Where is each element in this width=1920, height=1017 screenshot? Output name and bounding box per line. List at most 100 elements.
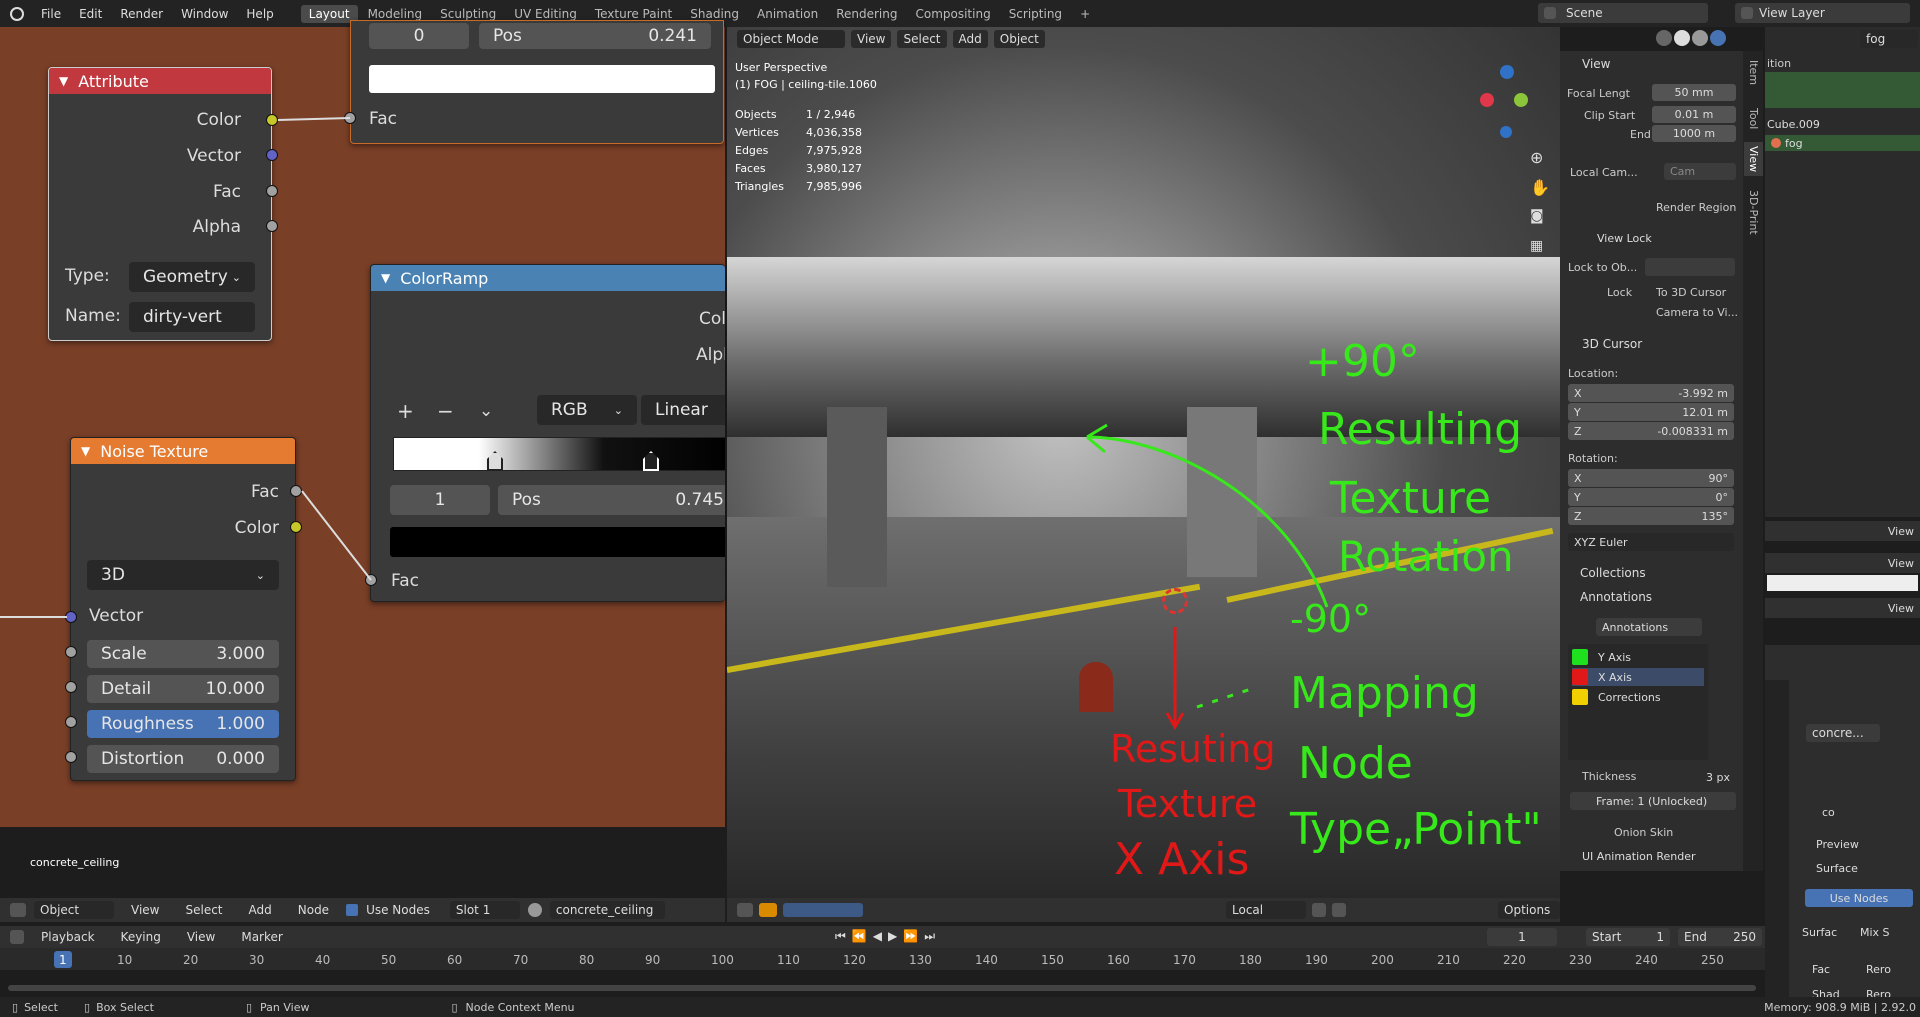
surface-panel-header[interactable]: Surface bbox=[1816, 862, 1858, 875]
menu-help[interactable]: Help bbox=[237, 7, 282, 21]
timeline-menu-keying[interactable]: Keying bbox=[112, 930, 170, 944]
transform-orientation-dropdown[interactable]: Local bbox=[1226, 901, 1306, 919]
wireframe-shading-icon[interactable] bbox=[1656, 30, 1672, 46]
timeline-menu-marker[interactable]: Marker bbox=[232, 930, 291, 944]
preview-panel-header[interactable]: Preview bbox=[1816, 838, 1859, 851]
layer-color-swatch[interactable] bbox=[1572, 649, 1588, 665]
use-nodes-button[interactable]: Use Nodes bbox=[1805, 889, 1913, 907]
menu-render[interactable]: Render bbox=[111, 7, 172, 21]
annotate-tool-icon[interactable] bbox=[737, 903, 753, 917]
timeline-ruler[interactable] bbox=[0, 948, 1765, 970]
clip-end-field[interactable]: 1000 m bbox=[1652, 125, 1736, 142]
material-sphere-icon[interactable] bbox=[527, 903, 542, 917]
scene-selector[interactable]: Scene bbox=[1538, 3, 1708, 23]
clip-start-field[interactable]: 0.01 m bbox=[1652, 106, 1736, 123]
play-reverse-icon[interactable]: ◀ bbox=[873, 929, 882, 944]
end-frame-field[interactable]: End 250 bbox=[1678, 928, 1762, 946]
lock-to-3d-cursor-checkbox[interactable]: To 3D Cursor bbox=[1656, 286, 1726, 299]
use-nodes-checkbox[interactable] bbox=[346, 904, 359, 916]
prev-keyframe-icon[interactable]: ⏪ bbox=[852, 929, 867, 944]
frame-field[interactable]: Frame: 1 (Unlocked) bbox=[1570, 792, 1736, 810]
onion-skin-checkbox[interactable]: Onion Skin bbox=[1614, 826, 1673, 839]
cursor-rotation-z[interactable]: Z 135° bbox=[1568, 507, 1734, 525]
solid-shading-icon[interactable] bbox=[1674, 30, 1690, 46]
jump-end-icon[interactable]: ⏭ bbox=[924, 929, 935, 944]
object-type-dropdown[interactable]: Object bbox=[34, 901, 114, 919]
3d-cursor-header[interactable]: 3D Cursor bbox=[1582, 337, 1642, 351]
options-dropdown[interactable]: Options bbox=[1498, 901, 1560, 919]
fac-value[interactable]: Rero bbox=[1866, 963, 1891, 976]
snap-icon[interactable] bbox=[1312, 903, 1326, 917]
blender-logo-icon[interactable] bbox=[10, 6, 24, 21]
cursor-rotation-y[interactable]: Y 0° bbox=[1568, 488, 1734, 506]
layer-color-swatch[interactable] bbox=[1572, 669, 1588, 685]
node-menu-add[interactable]: Add bbox=[240, 903, 281, 917]
rotation-mode-dropdown[interactable]: XYZ Euler bbox=[1568, 533, 1734, 551]
node-menu-node[interactable]: Node bbox=[289, 903, 338, 917]
cursor-location-z[interactable]: Z -0.008331 m bbox=[1568, 422, 1734, 440]
material-slot-field[interactable]: concre... bbox=[1806, 724, 1880, 742]
play-tool-icon[interactable] bbox=[759, 903, 777, 917]
cursor-location-y[interactable]: Y 12.01 m bbox=[1568, 403, 1734, 421]
start-frame-field[interactable]: Start 1 bbox=[1586, 928, 1670, 946]
cursor-location-x[interactable]: X -3.992 m bbox=[1568, 384, 1734, 402]
tab-scripting[interactable]: Scripting bbox=[1001, 5, 1070, 23]
select-mode-icons[interactable] bbox=[783, 903, 863, 917]
tab-tool[interactable]: Tool bbox=[1747, 108, 1760, 129]
menu-edit[interactable]: Edit bbox=[70, 7, 111, 21]
view-section-header[interactable]: View bbox=[1582, 57, 1610, 71]
jump-start-icon[interactable]: ⏮ bbox=[835, 929, 846, 944]
menu-file[interactable]: File bbox=[32, 7, 70, 21]
annotations-datablock-field[interactable]: Annotations bbox=[1596, 618, 1702, 636]
tab-item[interactable]: Item bbox=[1747, 60, 1760, 85]
tab-3d-print[interactable]: 3D-Print bbox=[1747, 190, 1760, 235]
view-lock-header[interactable]: View Lock bbox=[1597, 232, 1652, 245]
tab-view[interactable]: View bbox=[1744, 142, 1763, 177]
cursor-rotation-x[interactable]: X 90° bbox=[1568, 469, 1734, 487]
outliner-item-cube[interactable]: Cube.009 bbox=[1767, 118, 1820, 131]
ui-animation-render-header[interactable]: UI Animation Render bbox=[1582, 850, 1696, 863]
viewport-bottom-header: Local Options bbox=[727, 898, 1560, 922]
tab-rendering[interactable]: Rendering bbox=[828, 5, 905, 23]
outliner-search[interactable]: fog bbox=[1860, 30, 1918, 48]
lock-camera-to-view-checkbox[interactable]: Camera to Vi... bbox=[1656, 306, 1738, 319]
focal-length-field[interactable]: 50 mm bbox=[1652, 84, 1736, 101]
proportional-edit-icon[interactable] bbox=[1332, 903, 1346, 917]
timeline-menu-playback[interactable]: Playback bbox=[32, 930, 104, 944]
collections-header[interactable]: Collections bbox=[1580, 566, 1646, 580]
local-camera-field[interactable]: Cam bbox=[1664, 163, 1736, 180]
node-menu-select[interactable]: Select bbox=[176, 903, 231, 917]
render-region-checkbox[interactable]: Render Region bbox=[1656, 201, 1736, 214]
outliner-item-fog[interactable]: fog bbox=[1765, 135, 1920, 151]
timeline-editor-icon[interactable] bbox=[10, 930, 24, 944]
view-layer-selector[interactable]: View Layer bbox=[1735, 3, 1910, 23]
next-keyframe-icon[interactable]: ⏩ bbox=[903, 929, 918, 944]
timeline-scrollbar[interactable] bbox=[8, 985, 1756, 991]
annotations-header[interactable]: Annotations bbox=[1580, 590, 1652, 604]
add-workspace-button[interactable]: + bbox=[1072, 5, 1098, 23]
material-name-field[interactable]: concrete_ceiling bbox=[549, 901, 665, 919]
timeline-menu-view[interactable]: View bbox=[178, 930, 224, 944]
tab-compositing[interactable]: Compositing bbox=[907, 5, 998, 23]
layer-y-axis[interactable]: Y Axis bbox=[1572, 648, 1704, 666]
layer-corrections[interactable]: Corrections bbox=[1572, 688, 1704, 706]
surface-shader-value[interactable]: Mix S bbox=[1860, 926, 1890, 939]
play-icon[interactable]: ▶ bbox=[888, 929, 897, 944]
lock-to-object-field[interactable] bbox=[1645, 258, 1735, 276]
rendered-shading-icon[interactable] bbox=[1710, 30, 1726, 46]
view-menu-1[interactable]: View bbox=[1888, 525, 1914, 538]
view-menu-2[interactable]: View bbox=[1888, 557, 1914, 570]
editor-type-icon[interactable] bbox=[10, 903, 26, 917]
material-shading-icon[interactable] bbox=[1692, 30, 1708, 46]
lock-label: Lock bbox=[1607, 286, 1633, 299]
tab-animation[interactable]: Animation bbox=[749, 5, 826, 23]
layer-color-swatch[interactable] bbox=[1572, 689, 1588, 705]
layer-x-axis[interactable]: X Axis bbox=[1572, 668, 1704, 686]
view-menu-3[interactable]: View bbox=[1888, 602, 1914, 615]
node-menu-view[interactable]: View bbox=[122, 903, 168, 917]
current-frame-field[interactable]: 1 bbox=[1487, 928, 1557, 946]
outliner-row-highlight[interactable] bbox=[1765, 72, 1920, 108]
thickness-field[interactable]: 3 px bbox=[1570, 768, 1736, 786]
menu-window[interactable]: Window bbox=[172, 7, 237, 21]
slot-dropdown[interactable]: Slot 1 bbox=[449, 901, 520, 919]
